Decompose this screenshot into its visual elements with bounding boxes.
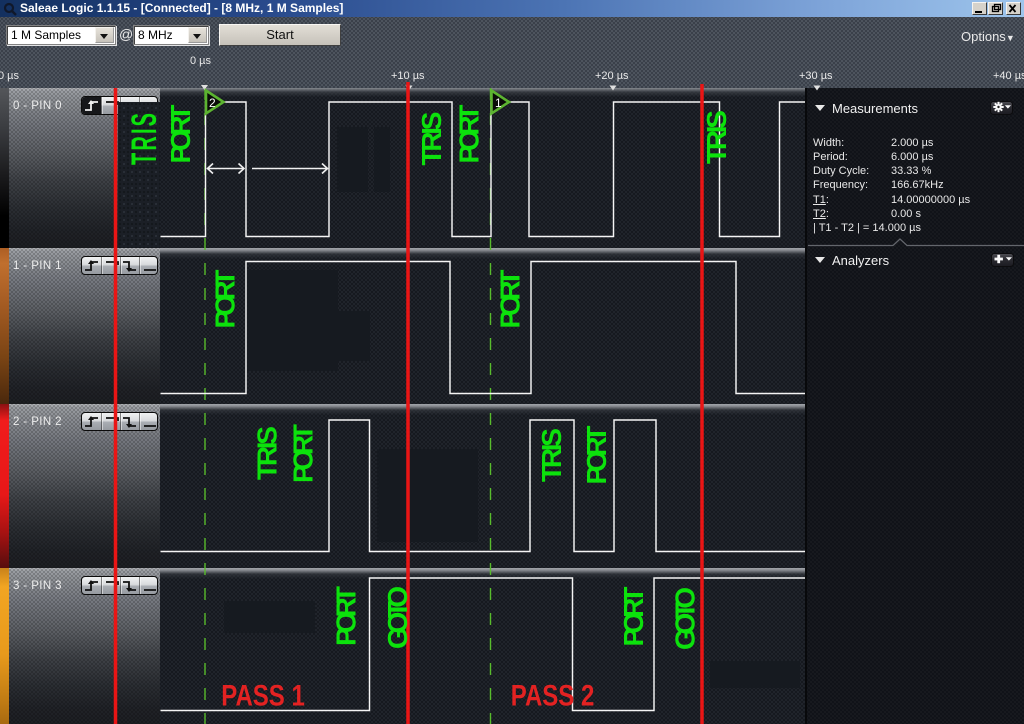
svg-text:2: 2: [209, 96, 216, 110]
svg-text:TRIS: TRIS: [701, 110, 732, 164]
svg-text:GOTO: GOTO: [670, 587, 701, 650]
svg-text:1: 1: [495, 96, 502, 110]
svg-text:PORT: PORT: [454, 105, 485, 164]
svg-text:PASS 1: PASS 1: [221, 679, 305, 712]
svg-text:PORT: PORT: [165, 105, 196, 164]
svg-text:PASS 2: PASS 2: [511, 679, 595, 712]
svg-text:TRIS: TRIS: [252, 426, 283, 480]
svg-text:PORT: PORT: [210, 270, 241, 329]
svg-text:TRIS: TRIS: [416, 112, 447, 166]
svg-text:PORT: PORT: [288, 424, 319, 483]
svg-text:PORT: PORT: [495, 270, 526, 329]
svg-text:TRIS: TRIS: [536, 428, 567, 482]
svg-text:PORT: PORT: [618, 587, 649, 647]
svg-text:TRIS: TRIS: [125, 113, 164, 165]
svg-text:GOTO: GOTO: [382, 586, 413, 649]
svg-text:PORT: PORT: [331, 586, 362, 646]
svg-text:PORT: PORT: [581, 426, 612, 485]
